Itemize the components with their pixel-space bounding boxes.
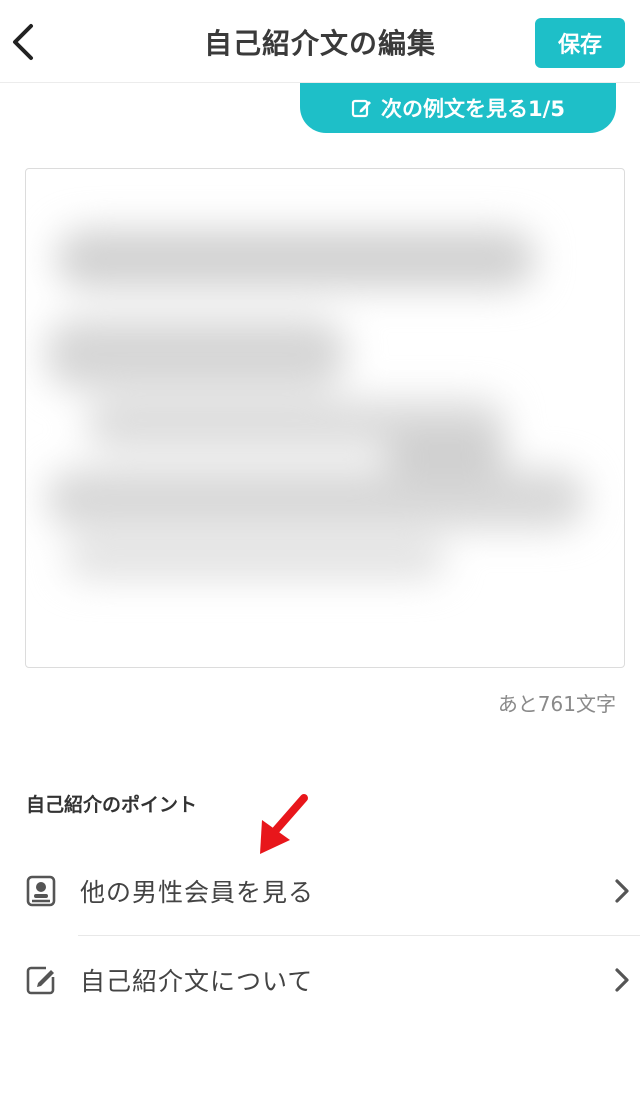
points-section-title: 自己紹介のポイント	[26, 794, 198, 816]
edit-note-icon	[24, 963, 58, 997]
self-intro-textarea[interactable]	[25, 168, 625, 668]
list-item-about-self-intro[interactable]: 自己紹介文について	[0, 936, 640, 1024]
next-example-button[interactable]: 次の例文を見る1/5	[300, 83, 616, 133]
remaining-characters: あと761文字	[497, 692, 616, 716]
list-item-label: 自己紹介文について	[80, 967, 314, 996]
chevron-right-icon	[610, 965, 634, 995]
save-button[interactable]: 保存	[535, 18, 625, 68]
blurred-text-content	[26, 169, 624, 667]
app-header: 自己紹介文の編集 保存	[0, 0, 640, 83]
next-example-label: 次の例文を見る1/5	[381, 97, 565, 121]
list-item-label: 他の男性会員を見る	[80, 878, 315, 907]
edit-icon	[351, 97, 373, 119]
list-item-other-members[interactable]: 他の男性会員を見る	[0, 847, 640, 935]
chevron-right-icon	[610, 876, 634, 906]
member-card-icon	[24, 874, 58, 908]
